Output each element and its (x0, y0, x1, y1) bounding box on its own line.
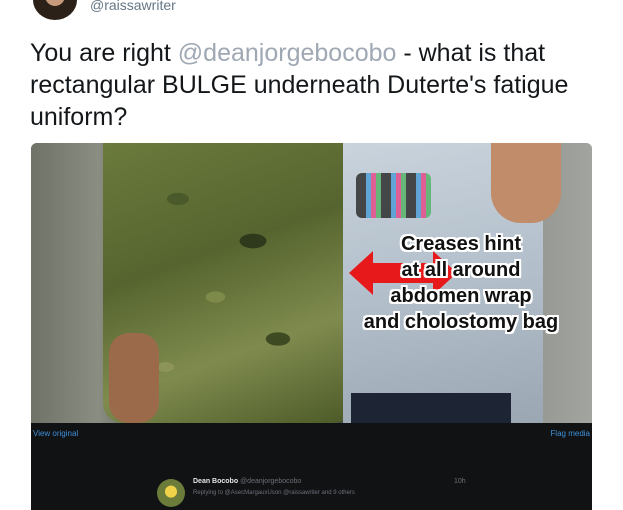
tweet-text: You are right @deanjorgebocobo - what is… (30, 37, 600, 133)
photo-arm (109, 333, 159, 423)
photo-annotation: Creases hint at all around abdomen wrap … (331, 231, 591, 335)
tweet-photo[interactable]: Creases hint at all around abdomen wrap … (31, 143, 592, 423)
reply-preview[interactable]: Dean Bocobo @deanjorgebocobo Replying to… (157, 478, 557, 509)
reply-avatar[interactable] (157, 479, 185, 507)
author-handle[interactable]: @raissawriter (90, 0, 176, 13)
author-avatar[interactable] (33, 0, 77, 20)
media-bar: View original Flag media Dean Bocobo @de… (31, 423, 592, 510)
view-original-link[interactable]: View original (33, 429, 78, 438)
mention-link[interactable]: @deanjorgebocobo (178, 39, 397, 67)
annotation-line: at all around (401, 259, 521, 281)
annotation-line: and cholostomy bag (363, 311, 559, 333)
shirt-print (356, 173, 431, 218)
photo-jeans (351, 393, 511, 423)
annotation-line: abdomen wrap (390, 285, 532, 307)
reply-timestamp[interactable]: 10h (454, 478, 466, 485)
photo-arm-right (491, 143, 561, 223)
replying-to-text[interactable]: Replying to @AsecMargauxUson @raissawrit… (193, 490, 355, 496)
reply-author-handle: @deanjorgebocobo (240, 478, 302, 485)
annotation-line: Creases hint (400, 233, 522, 255)
reply-author-name: Dean Bocobo (193, 478, 239, 485)
flag-media-link[interactable]: Flag media (550, 429, 590, 438)
reply-author[interactable]: Dean Bocobo @deanjorgebocobo (193, 478, 301, 485)
tweet-text-pre: You are right (30, 39, 178, 67)
